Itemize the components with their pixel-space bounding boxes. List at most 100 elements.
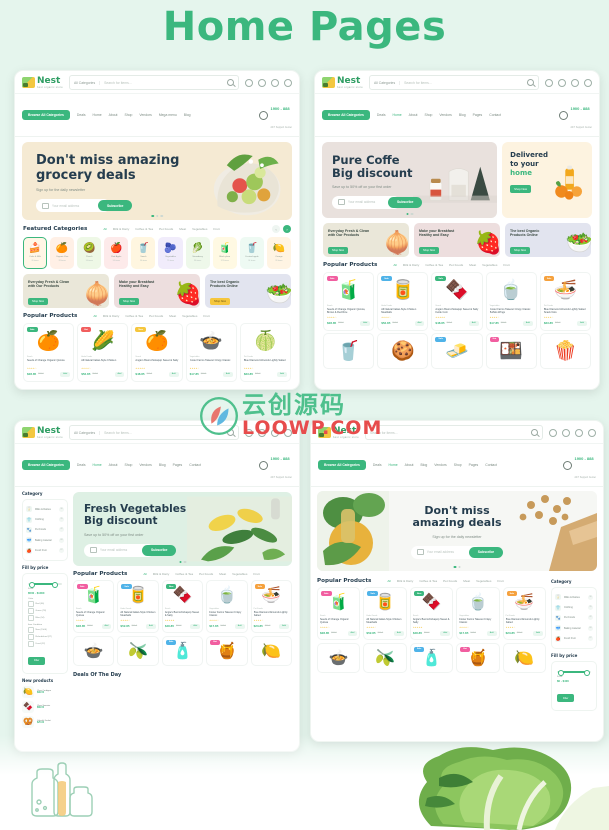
browse-categories-button-3[interactable]: Browse All Categories	[22, 460, 70, 470]
nav-blog-3[interactable]: Blog	[159, 463, 166, 467]
ptab4-veg[interactable]: Vegetables	[476, 579, 491, 583]
nav-pages-4[interactable]: Pages	[469, 463, 479, 467]
hero-carousel-dots-3[interactable]	[179, 560, 186, 563]
hero-banner-4[interactable]: Don't miss amazing deals Sign up for the…	[317, 491, 597, 571]
ptab4-all[interactable]: All	[387, 579, 390, 583]
ptab3-meat[interactable]: Meat	[219, 572, 226, 576]
product-card[interactable]: New 🍫 Snack Angie's Boomchickapop Sweet & S…	[409, 587, 454, 640]
add-to-cart-button[interactable]: Add	[468, 320, 479, 326]
ptab3-veg[interactable]: Vegetables	[232, 572, 247, 576]
product-card[interactable]: 🫒	[117, 635, 159, 666]
nav-about-4[interactable]: About	[405, 463, 414, 467]
promo-banner[interactable]: Make your Breakfast Healthy and Easy Shop…	[414, 223, 500, 257]
ptab-coffee[interactable]: Coffee & Tea	[125, 314, 143, 318]
home-page-preview-2[interactable]: Nest best organic store All Categories S…	[314, 70, 600, 390]
tab-meat[interactable]: Meat	[179, 227, 186, 231]
ptab2-coffee[interactable]: Coffee & Tea	[425, 263, 443, 267]
tab-coffee-tea[interactable]: Coffee & Tea	[135, 227, 153, 231]
product-card[interactable]: 🫒	[363, 642, 407, 673]
nav-about[interactable]: About	[109, 113, 118, 117]
product-card[interactable]: Sale 🧴	[409, 642, 454, 673]
promo-shop-button[interactable]: Shop Now	[119, 297, 139, 305]
add-to-cart-button[interactable]: Add	[101, 623, 112, 629]
newsletter-form-2[interactable]: Your email address Subscribe	[332, 195, 434, 209]
ptab2-meat[interactable]: Meat	[469, 263, 476, 267]
nav-mega-menu[interactable]: Mega menu	[159, 113, 177, 117]
nav-deals-2[interactable]: Deals	[377, 113, 386, 117]
promo-banner[interactable]: Everyday Fresh & Clean with Our Products…	[23, 274, 109, 308]
sidebar-price-filter-3[interactable]: From: $500 - $1000 Color Red (56) Green …	[22, 572, 68, 674]
search-category-select[interactable]: All Categories	[74, 80, 101, 85]
search-bar[interactable]: All Categories Search for items...	[69, 75, 239, 90]
hero-carousel-dots[interactable]	[151, 214, 163, 217]
compare-icon[interactable]	[245, 78, 253, 87]
category-tile[interactable]: 🍎 Red Apple 54 items	[104, 237, 129, 269]
hero-carousel-dots-2[interactable]	[406, 212, 414, 215]
ptab4-meat[interactable]: Meat	[463, 579, 470, 583]
product-card[interactable]: 🍪	[377, 332, 429, 369]
color-option-blue[interactable]: Blue (54)	[28, 615, 62, 621]
add-to-cart-button[interactable]: Add	[234, 623, 245, 629]
hero-carousel-dots-4[interactable]	[453, 565, 461, 568]
price-range-slider[interactable]	[28, 581, 62, 588]
add-to-cart-button[interactable]: Add	[360, 320, 371, 326]
hero-banner-3[interactable]: Fresh Vegetables Big discount Save up to…	[73, 492, 292, 566]
ptab4-fruit[interactable]: Fruit	[497, 579, 503, 583]
product-card[interactable]: Sale 🍫 Snack Angie's Boomchickapop Sweet & …	[431, 272, 483, 331]
ptab-meat[interactable]: Meat	[169, 314, 176, 318]
product-card[interactable]: Sale 🧃 Snack Seeds of Change Organic Quinoa…	[73, 580, 115, 633]
promo-shop-button[interactable]: Shop Now	[328, 246, 348, 254]
nav-home[interactable]: Home	[93, 113, 102, 117]
product-card[interactable]: 🍈 Pet Foods Blue Diamond Almonds Lightly S…	[239, 323, 292, 382]
browse-categories-button-4[interactable]: Browse All Categories	[318, 460, 366, 470]
nav-vendors-3[interactable]: Vendors	[139, 463, 151, 467]
cart-icon[interactable]	[571, 78, 579, 87]
nav-vendors-4[interactable]: Vendors	[434, 463, 446, 467]
newsletter-form-4[interactable]: Your email address Subscribe	[317, 545, 597, 559]
ptab2-veg[interactable]: Vegetables	[482, 263, 497, 267]
search-category-select-3[interactable]: All Categories	[74, 430, 101, 435]
product-card[interactable]: 🍲	[317, 642, 361, 673]
nav-about-2[interactable]: About	[409, 113, 418, 117]
brand-logo-3[interactable]: Nest best organic store	[22, 426, 63, 439]
category-tile[interactable]: 🥝 Peach 14 items	[77, 237, 102, 269]
search-input-2[interactable]: Search for items...	[404, 81, 523, 85]
product-card[interactable]: Hot 🍯	[456, 642, 500, 673]
nav-about-3[interactable]: About	[109, 463, 118, 467]
sidebar-category-item[interactable]: 🐾 Pet Foods 42	[26, 525, 64, 535]
side-hero-delivered[interactable]: Delivered to your home Shop Now	[502, 142, 592, 218]
subscribe-button-2[interactable]: Subscribe	[388, 196, 423, 208]
user-icon[interactable]	[588, 428, 596, 437]
newsletter-form[interactable]: Your email address Subscribe	[36, 199, 198, 213]
category-tile[interactable]: 🥬 Strawberry 36 items	[185, 237, 210, 269]
product-card[interactable]: 🍲	[73, 635, 115, 666]
hero-banner-1[interactable]: Don't miss amazing grocery deals Sign up…	[22, 142, 292, 220]
search-input-4[interactable]: Search for items...	[370, 431, 527, 435]
add-to-cart-button[interactable]: Add	[440, 630, 451, 636]
home-page-preview-3[interactable]: Nest best organic store All Categories S…	[14, 420, 300, 752]
promo-banner[interactable]: The best Organic Products Online Shop Now…	[505, 223, 591, 257]
product-card[interactable]: Hot 🍯	[206, 635, 248, 666]
brand-logo[interactable]: Nest best organic store	[22, 76, 63, 89]
product-card[interactable]: Sale 🧈	[431, 332, 483, 369]
product-card[interactable]: 🥤	[323, 332, 375, 369]
sidebar-category-item[interactable]: 🥛 Milks & Dairies 30	[26, 504, 64, 514]
product-card[interactable]: New 🍫 Snack Angie's Boomchickapop Sweet & S…	[161, 580, 204, 633]
product-card[interactable]: New 🍊 Snack Angie's Boomchickapop Sweet & S…	[131, 323, 183, 382]
product-card[interactable]: Sale 🥫 Hodo Foods All Natural Italian-Style…	[377, 272, 429, 331]
product-card[interactable]: 🍵 Vegetables Foster Farms Takeout Crispy C…	[206, 580, 248, 633]
product-card[interactable]: Sale 🥫 Hodo Foods All Natural Italian-Style…	[363, 587, 407, 640]
tab-fruit[interactable]: Fruit	[213, 227, 219, 231]
new-product-item[interactable]: 🍋 Chen Cardigan $99.50	[22, 685, 68, 698]
chevron-left-icon[interactable]: ‹	[272, 225, 280, 233]
chevron-right-icon[interactable]: ›	[283, 225, 291, 233]
condition-used[interactable]: Used (22)	[28, 641, 62, 647]
nav-vendors[interactable]: Vendors	[139, 113, 151, 117]
add-to-cart-button[interactable]: Add	[577, 320, 588, 326]
ptab2-pet[interactable]: Pet Foods	[449, 263, 463, 267]
user-icon[interactable]	[284, 78, 292, 87]
condition-refurbished[interactable]: Refurbished (27)	[28, 634, 62, 640]
color-option-red[interactable]: Red (56)	[28, 601, 62, 607]
tab-all[interactable]: All	[103, 227, 106, 231]
search-bar-2[interactable]: All Categories Search for items...	[369, 75, 539, 90]
